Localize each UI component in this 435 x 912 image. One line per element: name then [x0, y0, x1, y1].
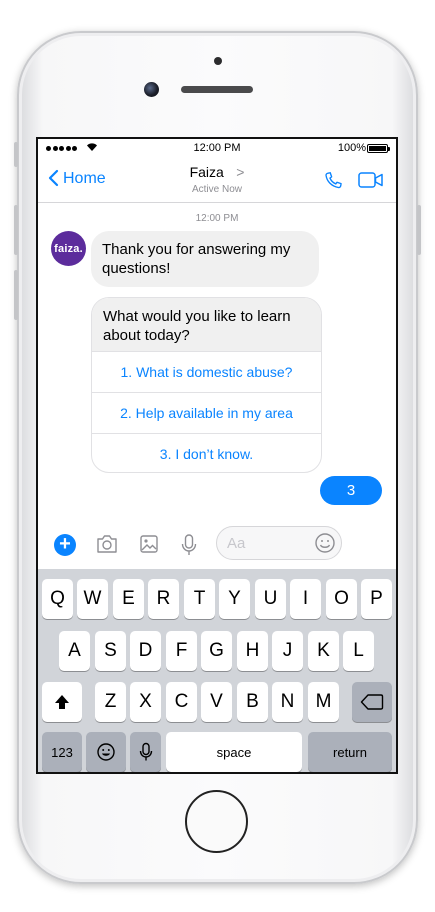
microphone-icon[interactable] [180, 533, 198, 562]
globe-emoji-icon [97, 743, 115, 761]
camera-icon[interactable] [95, 533, 119, 560]
key-x[interactable]: X [130, 682, 161, 722]
key-v[interactable]: V [201, 682, 232, 722]
card-prompt: What would you like to learn about today… [92, 298, 321, 351]
composer-bar: + [38, 524, 396, 568]
volume-down-button [14, 270, 18, 320]
incoming-message: Thank you for answering my questions! [91, 231, 319, 287]
keyboard: Q W E R T Y U I O P A S D F G H J K L Z … [38, 569, 396, 772]
mute-switch [14, 142, 18, 167]
key-a[interactable]: A [59, 631, 90, 671]
key-n[interactable]: N [272, 682, 303, 722]
contact-chevron-icon: > [236, 164, 245, 180]
option-domestic-abuse[interactable]: 1. What is domestic abuse? [92, 351, 321, 392]
video-icon[interactable] [358, 171, 384, 194]
numbers-key[interactable]: 123 [42, 732, 82, 772]
backspace-icon [360, 694, 384, 710]
option-dont-know[interactable]: 3. I don’t know. [92, 433, 321, 472]
volume-up-button [14, 205, 18, 255]
home-button[interactable] [185, 790, 248, 853]
space-key[interactable]: space [166, 732, 302, 772]
screen: 12:00 PM 100% Home Faiza > Active Now 12… [36, 137, 398, 774]
key-l[interactable]: L [343, 631, 374, 671]
key-i[interactable]: I [290, 579, 321, 619]
key-r[interactable]: R [148, 579, 179, 619]
nav-bar: Home Faiza > Active Now [38, 157, 396, 203]
key-b[interactable]: B [237, 682, 268, 722]
key-y[interactable]: Y [219, 579, 250, 619]
key-d[interactable]: D [130, 631, 161, 671]
dictation-key[interactable] [130, 732, 161, 772]
key-h[interactable]: H [237, 631, 268, 671]
return-key[interactable]: return [308, 732, 392, 772]
key-w[interactable]: W [77, 579, 108, 619]
key-f[interactable]: F [166, 631, 197, 671]
key-k[interactable]: K [308, 631, 339, 671]
status-bar: 12:00 PM 100% [38, 139, 396, 157]
power-button [417, 205, 421, 255]
plus-icon[interactable]: + [54, 534, 76, 556]
earpiece-speaker [181, 86, 253, 93]
front-camera [144, 82, 159, 97]
avatar[interactable]: faiza. [51, 231, 86, 266]
shift-key[interactable] [42, 682, 82, 722]
quick-reply-card: What would you like to learn about today… [91, 297, 322, 473]
backspace-key[interactable] [352, 682, 392, 722]
battery-icon [367, 144, 390, 153]
key-s[interactable]: S [95, 631, 126, 671]
option-help-available[interactable]: 2. Help available in my area [92, 392, 321, 433]
key-q[interactable]: Q [42, 579, 73, 619]
outgoing-message: 3 [320, 476, 382, 505]
emoji-key[interactable] [86, 732, 126, 772]
battery-percent: 100% [337, 142, 366, 154]
image-icon[interactable] [139, 533, 159, 560]
contact-name: Faiza [189, 164, 224, 180]
key-o[interactable]: O [326, 579, 357, 619]
key-c[interactable]: C [166, 682, 197, 722]
key-u[interactable]: U [255, 579, 286, 619]
proximity-sensor [214, 57, 222, 65]
key-p[interactable]: P [361, 579, 392, 619]
key-j[interactable]: J [272, 631, 303, 671]
chat-timestamp: 12:00 PM [195, 213, 239, 224]
key-t[interactable]: T [184, 579, 215, 619]
shift-icon [55, 695, 69, 709]
key-e[interactable]: E [113, 579, 144, 619]
emoji-icon[interactable] [314, 532, 336, 559]
dictation-icon [139, 742, 152, 761]
key-m[interactable]: M [308, 682, 339, 722]
key-g[interactable]: G [201, 631, 232, 671]
key-z[interactable]: Z [95, 682, 126, 722]
phone-icon[interactable] [322, 170, 344, 197]
